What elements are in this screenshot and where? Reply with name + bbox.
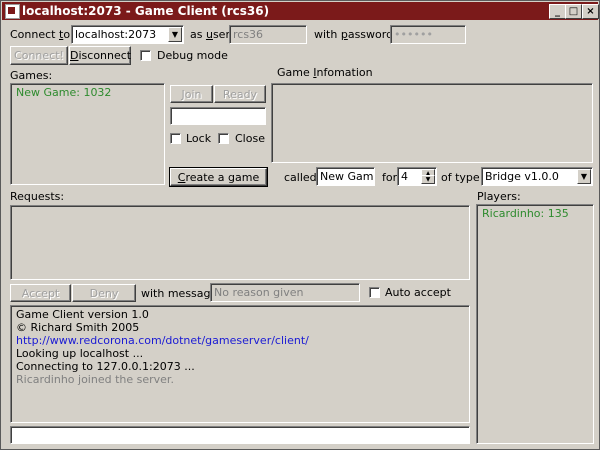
close-checkbox[interactable]: [218, 133, 229, 144]
lock-checkbox[interactable]: [170, 133, 181, 144]
list-item[interactable]: Ricardinho: 135: [482, 207, 569, 220]
window-title: localhost:2073 - Game Client (rcs36): [22, 4, 270, 18]
ready-button[interactable]: Ready: [214, 85, 266, 103]
game-information-label: Game Infomation: [277, 66, 373, 79]
game-type-value: Bridge v1.0.0: [485, 170, 559, 183]
close-label: Close: [235, 132, 265, 145]
player-count-stepper[interactable]: 4 ▲ ▼: [397, 167, 437, 186]
of-type-label: of type: [441, 171, 480, 184]
games-list[interactable]: New Game: 1032: [10, 83, 165, 185]
debug-mode-checkbox[interactable]: [140, 50, 151, 61]
reason-field[interactable]: No reason given: [210, 283, 360, 302]
log-line: Game Client version 1.0: [16, 308, 149, 321]
list-item[interactable]: New Game: 1032: [16, 86, 111, 99]
password-field[interactable]: ••••••: [390, 25, 466, 44]
players-list[interactable]: Ricardinho: 135: [476, 204, 594, 444]
join-button[interactable]: Join: [170, 85, 213, 103]
auto-accept-checkbox[interactable]: [369, 287, 380, 298]
log-line: Looking up localhost ...: [16, 347, 144, 360]
players-label: Players:: [477, 190, 521, 203]
minimize-button[interactable]: _: [549, 4, 566, 19]
called-label: called: [284, 171, 317, 184]
new-game-name-field[interactable]: New Game: [316, 167, 375, 186]
player-count-value: 4: [401, 170, 408, 183]
log-line: Connecting to 127.0.0.1:2073 ...: [16, 360, 195, 373]
close-button[interactable]: ×: [582, 4, 599, 19]
connect-button[interactable]: Connect!: [10, 46, 68, 65]
game-name-field[interactable]: [170, 107, 266, 125]
log-panel: Game Client version 1.0 © Richard Smith 2…: [10, 305, 470, 423]
chat-input[interactable]: [10, 426, 470, 444]
password-label: with password: [314, 28, 394, 41]
host-value: localhost:2073: [75, 28, 157, 41]
auto-accept-label: Auto accept: [385, 286, 451, 299]
game-type-combobox[interactable]: Bridge v1.0.0 ▼: [481, 167, 593, 186]
games-label: Games:: [10, 69, 53, 82]
chevron-down-icon[interactable]: ▼: [577, 169, 591, 184]
deny-button[interactable]: Deny: [72, 284, 136, 302]
spin-down-icon[interactable]: ▼: [421, 175, 435, 184]
requests-list[interactable]: [10, 205, 470, 280]
create-game-button[interactable]: Create a game: [169, 167, 268, 187]
log-line: http://www.redcorona.com/dotnet/gameserv…: [16, 334, 309, 347]
app-icon[interactable]: [5, 4, 20, 19]
accept-button[interactable]: Accept: [10, 284, 71, 302]
title-bar[interactable]: localhost:2073 - Game Client (rcs36) _ □…: [2, 2, 599, 20]
with-message-label: with message: [141, 287, 218, 300]
disconnect-button[interactable]: Disconnect: [69, 46, 131, 65]
for-label: for: [382, 171, 398, 184]
as-user-label: as user: [190, 28, 230, 41]
maximize-button[interactable]: □: [565, 4, 582, 19]
chevron-down-icon[interactable]: ▼: [168, 27, 182, 42]
log-line: Ricardinho joined the server.: [16, 373, 174, 386]
debug-mode-label: Debug mode: [157, 49, 228, 62]
connect-to-label: Connect to:: [10, 28, 74, 41]
requests-label: Requests:: [10, 190, 65, 203]
log-line: © Richard Smith 2005: [16, 321, 140, 334]
host-combobox[interactable]: localhost:2073 ▼: [71, 25, 184, 44]
game-client-window: localhost:2073 - Game Client (rcs36) _ □…: [0, 0, 600, 450]
username-field[interactable]: rcs36: [229, 25, 307, 44]
game-information-panel: [271, 83, 593, 163]
lock-label: Lock: [186, 132, 212, 145]
